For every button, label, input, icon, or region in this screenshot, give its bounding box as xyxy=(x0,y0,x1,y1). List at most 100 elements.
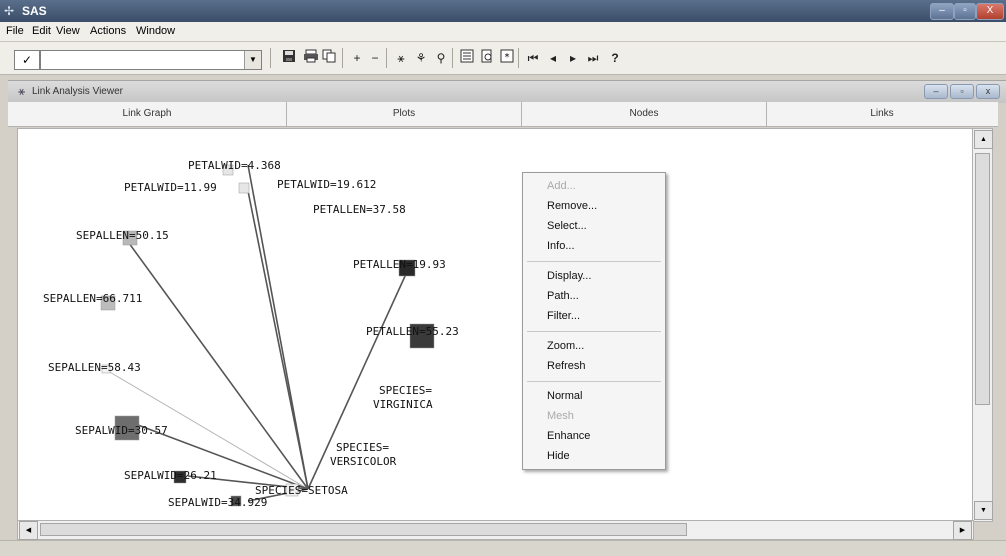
horizontal-scrollbar[interactable]: ◀ ▶ xyxy=(17,520,974,540)
context-menu: Add... Remove... Select... Info... Displ… xyxy=(522,172,666,470)
menu-item-remove[interactable]: Remove... xyxy=(547,200,597,212)
save-icon[interactable] xyxy=(280,49,298,67)
chevron-down-icon[interactable]: ▼ xyxy=(244,51,261,69)
menu-item-filter[interactable]: Filter... xyxy=(547,310,580,322)
tab-plots[interactable]: Plots xyxy=(287,102,522,126)
viewer-close-button[interactable]: x xyxy=(976,84,1000,99)
graph-node[interactable]: PETALWID=11.99 xyxy=(124,181,250,194)
menu-item-zoom[interactable]: Zoom... xyxy=(547,340,584,352)
node-label: SEPALLEN=66.711 xyxy=(43,292,142,305)
node-label: VIRGINICA xyxy=(373,398,433,411)
minus-icon[interactable]: − xyxy=(366,49,384,67)
graph-node[interactable]: SEPALWID=34.929 xyxy=(168,495,267,509)
menu-item-info[interactable]: Info... xyxy=(547,240,575,252)
menu-separator xyxy=(527,381,661,382)
graph-node[interactable]: SEPALWID=26.21 xyxy=(124,469,217,484)
graph-node[interactable]: SEPALLEN=50.15 xyxy=(76,229,169,246)
node-label: SPECIES=SETOSA xyxy=(255,484,348,497)
node-label: PETALLEN=55.23 xyxy=(366,325,459,338)
menu-view[interactable]: View xyxy=(56,25,80,37)
minimize-button[interactable]: – xyxy=(930,3,954,20)
vertical-scrollbar[interactable]: ▲ ▼ xyxy=(972,128,993,522)
sas-app-icon: ✢ xyxy=(4,4,15,18)
scroll-up-arrow-icon[interactable]: ▲ xyxy=(974,130,993,149)
close-button[interactable]: X xyxy=(976,3,1004,20)
search-icon[interactable]: ⚲ xyxy=(432,49,450,67)
graph-node[interactable]: PETALWID=19.612 xyxy=(277,178,376,191)
next-icon[interactable]: ▸ xyxy=(564,49,582,67)
graph-link[interactable] xyxy=(247,190,309,490)
graph-link[interactable] xyxy=(125,238,309,490)
viewer-minimize-button[interactable]: – xyxy=(924,84,948,99)
node-marker[interactable] xyxy=(238,182,250,194)
link-graph-svg[interactable]: PETALWID=4.368 PETALWID=11.99 PETALWID=19.… xyxy=(18,129,973,521)
list-icon[interactable] xyxy=(458,49,476,67)
graph-node[interactable]: PETALWID=4.368 xyxy=(188,159,281,176)
menu-bar: File Edit View Actions Window xyxy=(0,22,1006,42)
menu-item-normal[interactable]: Normal xyxy=(547,390,582,402)
node-label: PETALLEN=19.93 xyxy=(353,258,446,271)
menu-actions[interactable]: Actions xyxy=(90,25,126,37)
viewer-maximize-button[interactable]: ▫ xyxy=(950,84,974,99)
viewer-tabs: Link Graph Plots Nodes Links xyxy=(8,102,998,127)
frame-icon[interactable]: * xyxy=(498,49,516,67)
horizontal-scroll-thumb[interactable] xyxy=(40,523,687,536)
node-label: SPECIES= xyxy=(379,384,432,397)
maximize-button[interactable]: ▫ xyxy=(954,3,976,20)
graph-node[interactable]: PETALLEN=37.58 xyxy=(313,203,406,216)
graph-node[interactable]: PETALLEN=19.93 xyxy=(353,258,446,277)
app-title: SAS xyxy=(22,4,47,18)
node-label: SEPALLEN=50.15 xyxy=(76,229,169,242)
scroll-left-arrow-icon[interactable]: ◀ xyxy=(19,521,38,540)
node-label: PETALWID=4.368 xyxy=(188,159,281,172)
menu-file[interactable]: File xyxy=(6,25,24,37)
last-icon[interactable]: ⏭ xyxy=(584,49,602,67)
submit-check-button[interactable]: ✓ xyxy=(14,50,40,70)
menu-item-enhance[interactable]: Enhance xyxy=(547,430,590,442)
graph-node[interactable]: SPECIES=VIRGINICA xyxy=(373,384,433,411)
menu-item-add[interactable]: Add... xyxy=(547,180,576,192)
menu-item-hide[interactable]: Hide xyxy=(547,450,570,462)
menu-item-mesh[interactable]: Mesh xyxy=(547,410,574,422)
node-label: SEPALWID=30.57 xyxy=(75,424,168,437)
scroll-right-arrow-icon[interactable]: ▶ xyxy=(953,521,972,540)
copy-icon[interactable] xyxy=(320,49,338,67)
menu-item-refresh[interactable]: Refresh xyxy=(547,360,586,372)
tab-nodes[interactable]: Nodes xyxy=(522,102,767,126)
menu-edit[interactable]: Edit xyxy=(32,25,51,37)
menu-item-select[interactable]: Select... xyxy=(547,220,587,232)
menu-separator xyxy=(527,261,661,262)
node-label: SEPALLEN=58.43 xyxy=(48,361,141,374)
help-icon[interactable]: ? xyxy=(606,49,624,67)
scroll-down-arrow-icon[interactable]: ▼ xyxy=(974,501,993,520)
tab-links[interactable]: Links xyxy=(767,102,997,126)
vertical-scroll-thumb[interactable] xyxy=(975,153,990,405)
graph-node[interactable]: SPECIES=VERSICOLOR xyxy=(330,441,397,468)
menu-window[interactable]: Window xyxy=(136,25,175,37)
status-bar xyxy=(0,540,1006,556)
plus-icon[interactable]: + xyxy=(348,49,366,67)
menu-item-display[interactable]: Display... xyxy=(547,270,591,282)
tab-link-graph[interactable]: Link Graph xyxy=(8,102,287,126)
node-label: SEPALWID=34.929 xyxy=(168,496,267,509)
menu-item-path[interactable]: Path... xyxy=(547,290,579,302)
print-icon[interactable] xyxy=(302,49,320,67)
node-label: SEPALWID=26.21 xyxy=(124,469,217,482)
link-graph-canvas[interactable]: PETALWID=4.368 PETALWID=11.99 PETALWID=19.… xyxy=(17,128,974,522)
menu-separator xyxy=(527,331,661,332)
node-label: PETALWID=11.99 xyxy=(124,181,217,194)
svg-text:*: * xyxy=(505,52,510,63)
graph-node[interactable]: SEPALWID=30.57 xyxy=(75,415,168,441)
graph-node[interactable]: SEPALLEN=66.711 xyxy=(43,292,142,311)
link-graph-icon[interactable]: ⚹ xyxy=(392,49,410,67)
command-combo[interactable]: ▼ xyxy=(40,50,262,70)
node-label: PETALWID=19.612 xyxy=(277,178,376,191)
graph-node[interactable]: SEPALLEN=58.43 xyxy=(48,361,141,374)
prev-icon[interactable]: ◂ xyxy=(544,49,562,67)
run-icon[interactable]: ⚘ xyxy=(412,49,430,67)
graph-node[interactable]: SPECIES=SETOSA xyxy=(255,483,348,497)
preview-icon[interactable] xyxy=(478,49,496,67)
graph-node[interactable]: PETALLEN=55.23 xyxy=(366,323,459,349)
first-icon[interactable]: ⏮ xyxy=(524,49,542,67)
viewer-title-bar: ⚹ Link Analysis Viewer – ▫ x xyxy=(8,80,1006,103)
